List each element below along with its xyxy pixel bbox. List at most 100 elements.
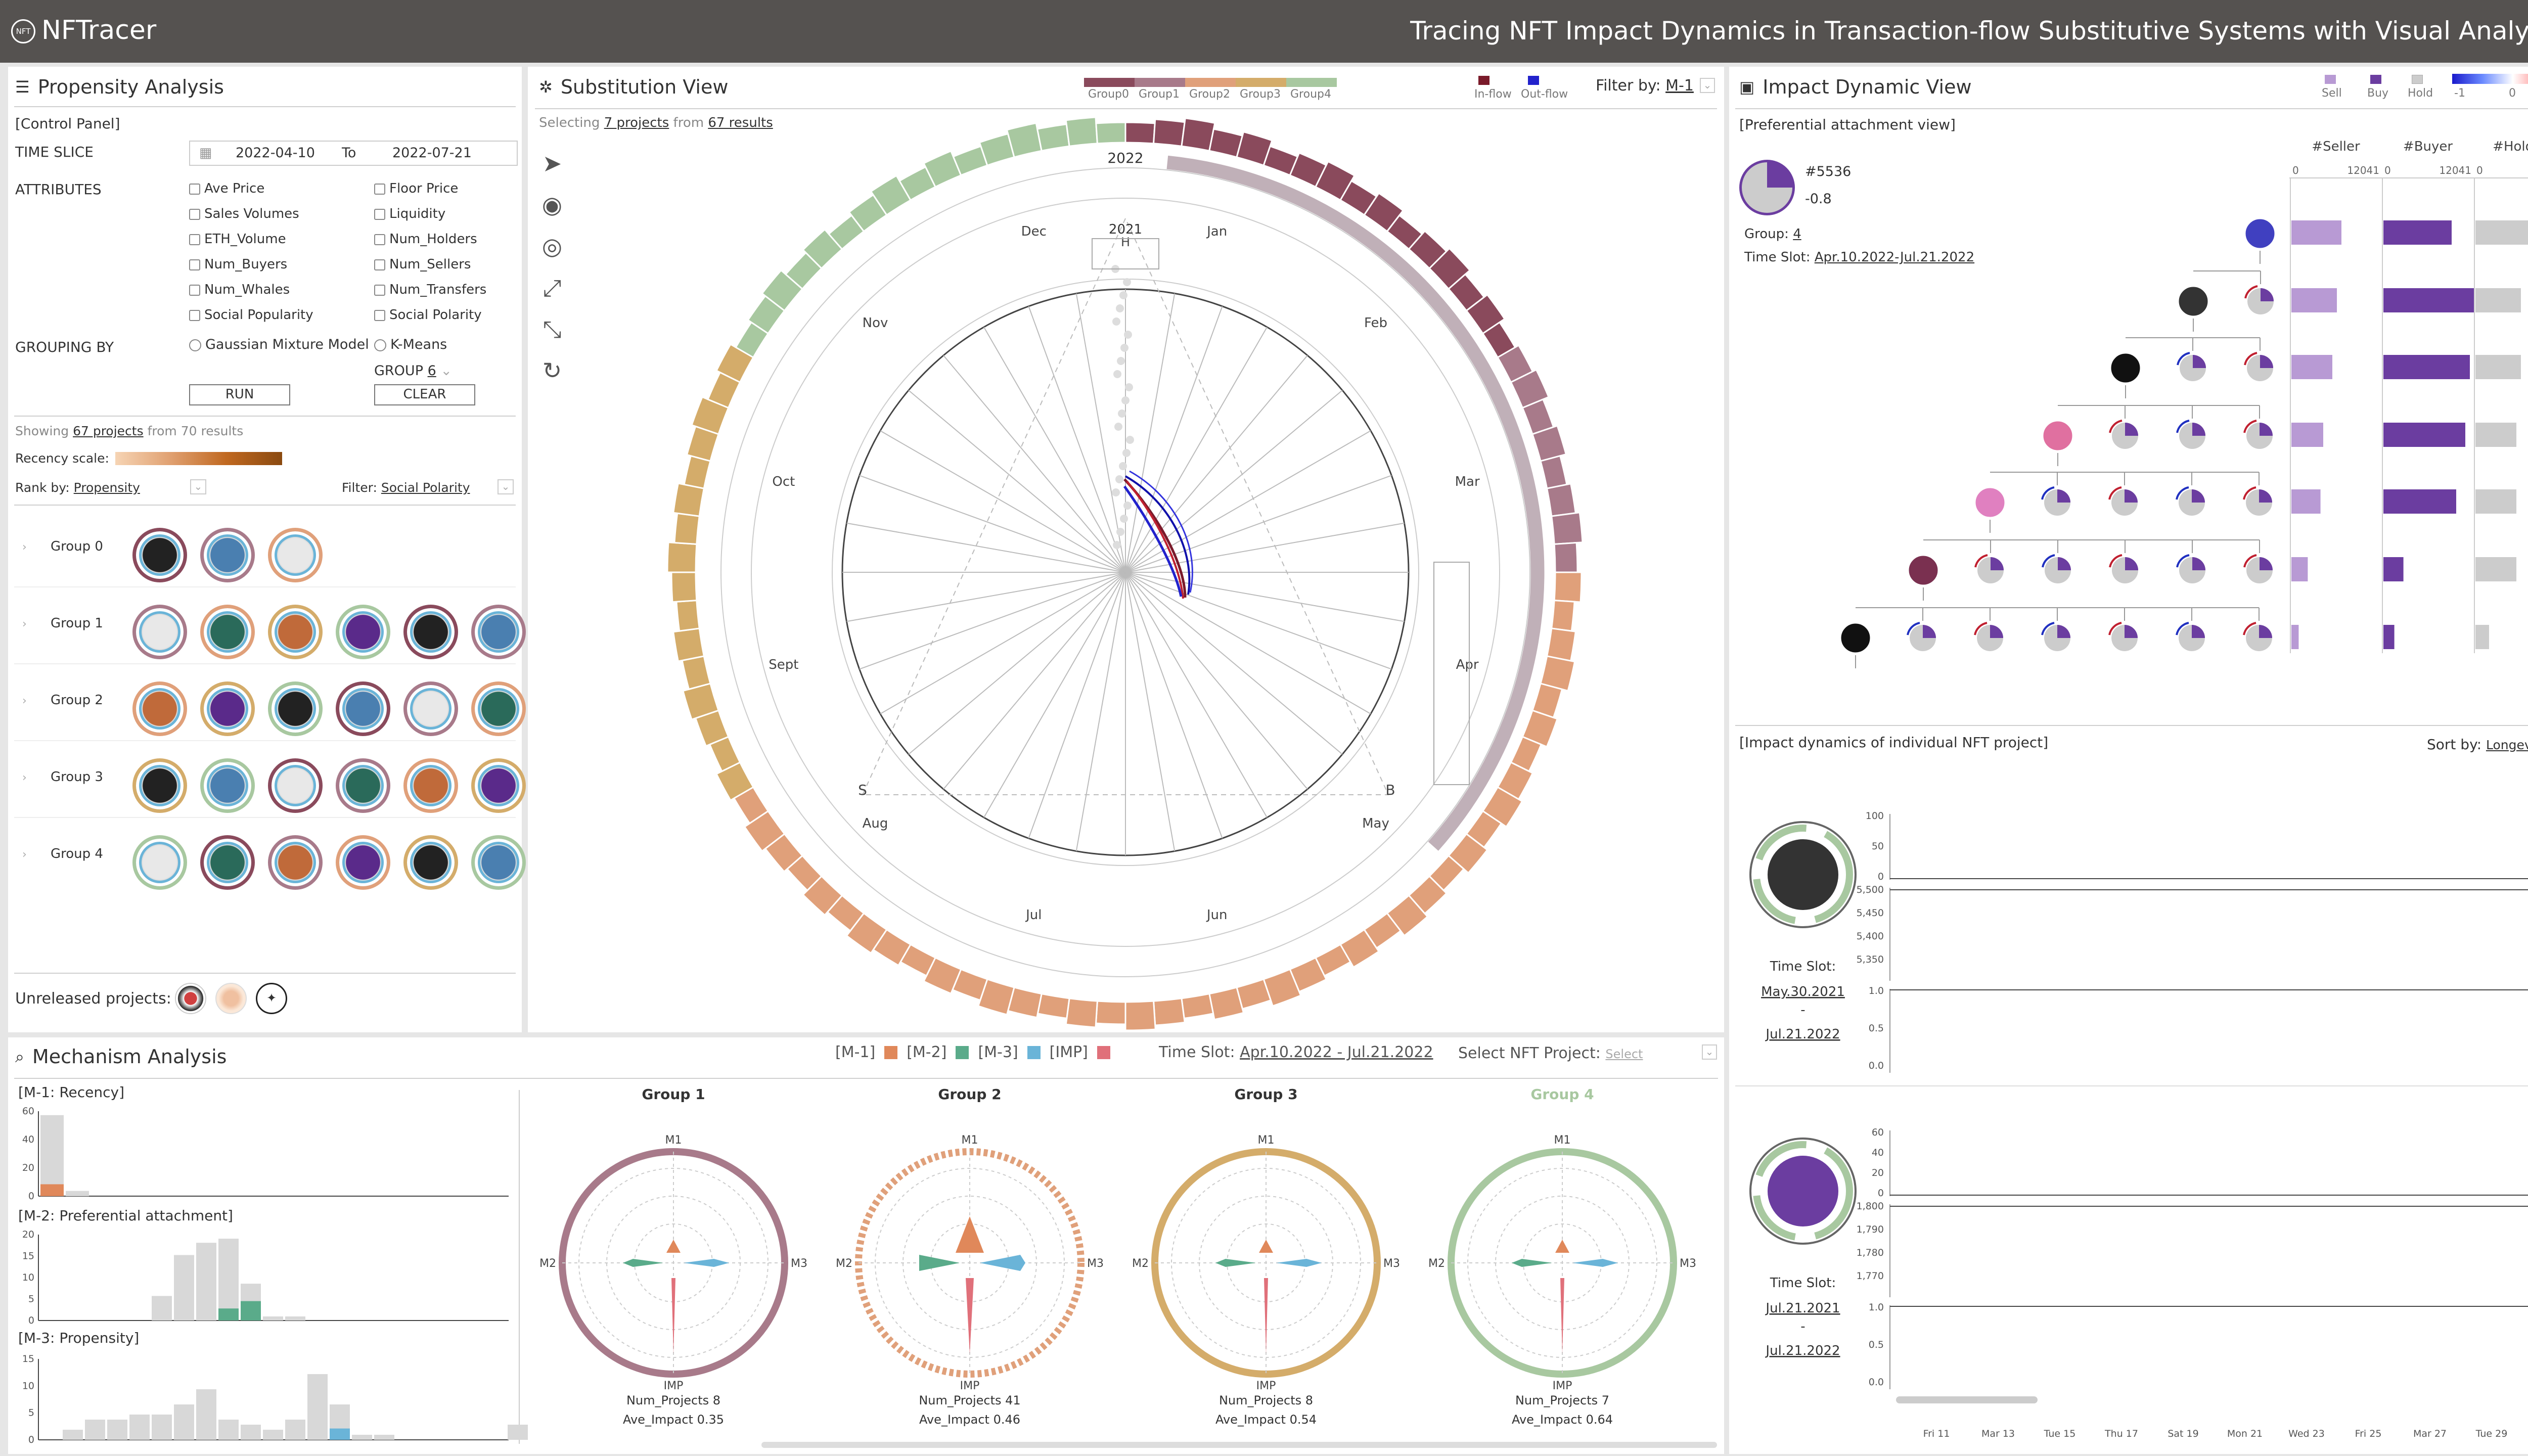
unreleased-avatar[interactable]: ✦: [256, 983, 287, 1014]
checkbox-icon[interactable]: [374, 309, 385, 321]
expand-icon[interactable]: ›: [22, 541, 27, 554]
hist-bar[interactable]: [352, 1435, 372, 1440]
expand-icon[interactable]: ›: [22, 618, 27, 630]
outer-ring-segment[interactable]: [672, 627, 705, 662]
checkbox-icon[interactable]: [189, 234, 200, 245]
violin-m3[interactable]: [684, 1259, 729, 1267]
outer-ring-segment[interactable]: [1553, 541, 1578, 573]
outer-ring-segment[interactable]: [673, 512, 700, 545]
hist-bar[interactable]: [218, 1420, 239, 1440]
outer-ring-segment[interactable]: [1181, 992, 1214, 1020]
checkbox-icon[interactable]: [374, 259, 385, 270]
violin-m3[interactable]: [1572, 1259, 1618, 1267]
violin-imp[interactable]: [1264, 1278, 1268, 1354]
project-point[interactable]: [1116, 528, 1124, 536]
project-point[interactable]: [1120, 344, 1128, 352]
substitution-chart[interactable]: Jan Feb Mar Apr May Jun Jul Aug Sept Oct Nov Dec 202…: [528, 67, 1724, 1032]
time-slot-to[interactable]: Jul.21.2022: [1765, 1343, 1840, 1358]
hist-bar[interactable]: [85, 1420, 105, 1440]
project-avatar[interactable]: [268, 528, 323, 582]
project-point[interactable]: [1112, 317, 1120, 326]
hist-bar-highlight[interactable]: [330, 1428, 350, 1440]
checkbox-icon[interactable]: [374, 234, 385, 245]
attribute-checkbox[interactable]: Liquidity: [374, 206, 445, 221]
hist-bar[interactable]: [307, 1374, 328, 1440]
project-avatar[interactable]: [268, 681, 323, 736]
hist-bar[interactable]: [152, 1296, 172, 1321]
outer-ring-segment[interactable]: [1065, 997, 1099, 1028]
time-slot-to[interactable]: Jul.21.2022: [1765, 1027, 1840, 1042]
project-point[interactable]: [1124, 331, 1132, 339]
hist-bar[interactable]: [374, 1435, 394, 1440]
unreleased-avatar[interactable]: [175, 983, 206, 1014]
checkbox-icon[interactable]: [374, 284, 385, 296]
outer-ring-segment[interactable]: [1036, 123, 1070, 152]
attribute-checkbox[interactable]: Num_Sellers: [374, 257, 471, 272]
attribute-checkbox[interactable]: Num_Buyers: [189, 257, 287, 272]
violin-m1[interactable]: [956, 1216, 984, 1253]
project-avatar[interactable]: [132, 681, 187, 736]
project-avatar[interactable]: [132, 835, 187, 890]
violin-m2[interactable]: [1512, 1259, 1552, 1267]
project-avatar[interactable]: [336, 758, 390, 813]
hist-bar[interactable]: [129, 1415, 150, 1440]
hist-bar[interactable]: [40, 1115, 64, 1196]
outer-ring-segment[interactable]: [670, 571, 698, 603]
attribute-checkbox[interactable]: Floor Price: [374, 181, 458, 196]
project-avatar[interactable]: [268, 758, 323, 813]
attribute-checkbox[interactable]: Social Polarity: [374, 307, 482, 323]
hist-bar-highlight[interactable]: [40, 1184, 64, 1196]
outer-ring-segment[interactable]: [1546, 627, 1577, 662]
hist-bar[interactable]: [263, 1316, 283, 1321]
outer-ring-segment[interactable]: [1006, 122, 1043, 158]
project-avatar[interactable]: [200, 835, 255, 890]
expand-icon[interactable]: ›: [22, 771, 27, 784]
outer-ring-segment[interactable]: [1551, 512, 1584, 545]
project-avatar[interactable]: [471, 835, 526, 890]
date-from[interactable]: 2022-04-10: [236, 142, 315, 165]
hist-bar[interactable]: [285, 1420, 305, 1440]
project-point[interactable]: [1125, 383, 1133, 391]
attribute-checkbox[interactable]: Ave Price: [189, 181, 264, 196]
project-point[interactable]: [1123, 278, 1131, 286]
kmeans-radio[interactable]: K-Means: [374, 337, 447, 352]
violin-m3[interactable]: [980, 1255, 1025, 1271]
violin-m1[interactable]: [1259, 1240, 1273, 1253]
project-avatar[interactable]: [268, 605, 323, 659]
unreleased-avatar[interactable]: [215, 983, 247, 1014]
project-point[interactable]: [1119, 291, 1127, 299]
project-avatar[interactable]: [471, 758, 526, 813]
expand-icon[interactable]: ›: [22, 695, 27, 707]
hist-bar[interactable]: [196, 1389, 216, 1440]
outer-ring-segment[interactable]: [1208, 986, 1245, 1021]
hist-bar[interactable]: [152, 1415, 172, 1440]
violin-m2[interactable]: [919, 1255, 960, 1271]
project-point[interactable]: [1113, 370, 1121, 378]
hist-bar[interactable]: [508, 1425, 528, 1440]
attribute-checkbox[interactable]: Social Popularity: [189, 307, 313, 323]
outer-ring-segment[interactable]: [1065, 116, 1099, 147]
hist-bar[interactable]: [241, 1425, 261, 1440]
violin-m1[interactable]: [1555, 1240, 1569, 1253]
violin-imp[interactable]: [966, 1278, 974, 1354]
project-avatar[interactable]: [336, 605, 390, 659]
timeline-scrollbar[interactable]: [1896, 1396, 2038, 1403]
outer-ring-segment[interactable]: [1124, 1000, 1156, 1031]
project-avatar[interactable]: [403, 605, 458, 659]
filter-by[interactable]: Filter: Social Polarity: [342, 480, 470, 495]
hist-bar[interactable]: [107, 1420, 127, 1440]
project-point[interactable]: [1112, 488, 1120, 496]
project-avatar[interactable]: [403, 835, 458, 890]
violin-m2[interactable]: [623, 1259, 663, 1267]
project-avatar[interactable]: [200, 528, 255, 582]
checkbox-icon[interactable]: [189, 183, 200, 195]
project-avatar[interactable]: [471, 605, 526, 659]
checkbox-icon[interactable]: [374, 183, 385, 195]
outer-ring-segment[interactable]: [1095, 1000, 1126, 1025]
project-avatar[interactable]: [471, 681, 526, 736]
rank-by[interactable]: Rank by: Propensity: [15, 480, 140, 495]
checkbox-icon[interactable]: [189, 284, 200, 296]
hist-bar[interactable]: [218, 1239, 239, 1321]
filter-value[interactable]: Social Polarity: [381, 480, 470, 495]
attribute-checkbox[interactable]: Sales Volumes: [189, 206, 299, 221]
